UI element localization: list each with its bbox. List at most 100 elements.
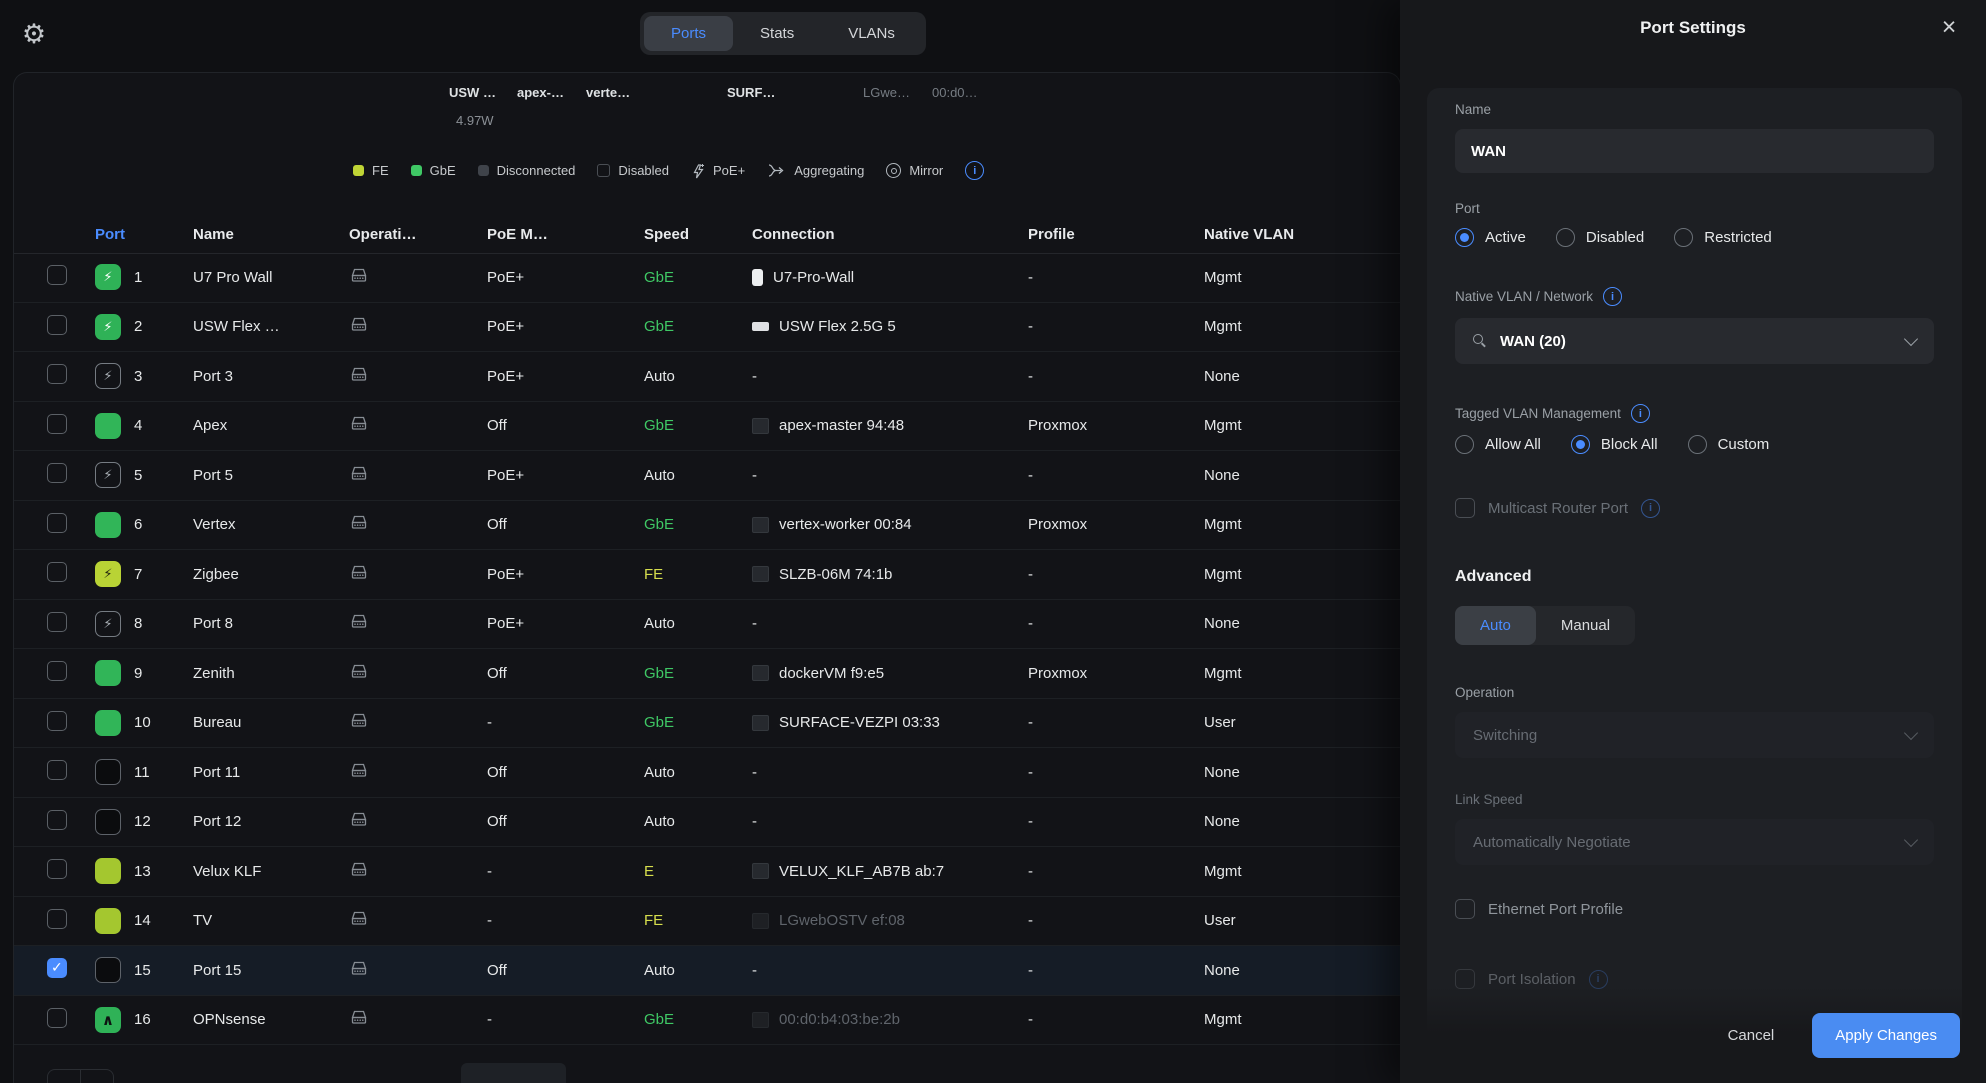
device-strip-label: SURF… [727,85,775,100]
name-field-label: Name [1455,102,1934,117]
tagged-vlan-label: Tagged VLAN Management i [1455,404,1934,423]
mode-segment[interactable]: Manual [1536,606,1635,645]
mirror-icon [886,163,901,178]
fe-swatch-icon [353,165,364,176]
row-checkbox[interactable] [47,414,67,434]
connection-name: - [752,368,757,385]
table-row[interactable]: 2 USW Flex … PoE+ GbE [14,303,1400,353]
port-isolation-info-icon[interactable]: i [1589,970,1608,989]
legend-mirror: Mirror [886,163,943,178]
row-checkbox[interactable] [47,265,67,285]
column-header[interactable]: Name [193,226,349,243]
ethernet-profile-checkbox[interactable] [1455,899,1475,919]
close-icon[interactable]: × [1932,10,1966,44]
tagged-vlan-info-icon[interactable]: i [1631,404,1650,423]
poe-mode: - [487,714,644,731]
link-speed-select[interactable]: Automatically Negotiate [1455,819,1934,865]
tagged-vlan-radio[interactable]: Custom [1688,435,1770,454]
native-vlan: Mgmt [1204,516,1400,533]
poe-mode: Off [487,516,644,533]
port-state-radio[interactable]: Active [1455,228,1526,247]
table-row[interactable]: 14 TV - FE LGwe [14,897,1400,947]
port-state-radio[interactable]: Restricted [1674,228,1772,247]
table-body: 1 U7 Pro Wall PoE+ GbE [14,253,1400,1045]
row-checkbox[interactable] [47,661,67,681]
table-row[interactable]: 5 Port 5 PoE+ Auto [14,451,1400,501]
legend-info-icon[interactable]: i [965,161,984,180]
port-cell: 1 [95,264,193,290]
table-row[interactable]: 12 Port 12 Off Auto [14,798,1400,848]
connection-name: USW Flex 2.5G 5 [779,318,896,335]
row-checkbox[interactable] [47,562,67,582]
cancel-button[interactable]: Cancel [1728,1027,1775,1044]
tab-ports[interactable]: Ports [644,16,733,51]
port-status-icon [95,1007,121,1033]
table-row[interactable]: 1 U7 Pro Wall PoE+ GbE [14,253,1400,303]
mode-segment[interactable]: Auto [1455,606,1536,645]
table-footer-pager[interactable] [47,1069,114,1083]
tagged-vlan-radio[interactable]: Block All [1571,435,1658,454]
switching-icon [349,910,369,927]
profile: Proxmox [1028,665,1204,682]
native-vlan: User [1204,714,1400,731]
row-checkbox[interactable] [47,1008,67,1028]
table-row[interactable]: 15 Port 15 Off Auto [14,946,1400,996]
native-vlan-info-icon[interactable]: i [1603,287,1622,306]
row-checkbox[interactable] [47,711,67,731]
column-header[interactable]: Profile [1028,226,1204,243]
row-checkbox[interactable] [47,364,67,384]
operation-select[interactable]: Switching [1455,712,1934,758]
multicast-checkbox[interactable] [1455,498,1475,518]
table-row[interactable]: 4 Apex Off GbE [14,402,1400,452]
row-checkbox[interactable] [47,958,67,978]
radio-label: Disabled [1586,229,1644,246]
row-checkbox[interactable] [47,760,67,780]
column-header[interactable]: Speed [644,226,752,243]
radio-label: Restricted [1704,229,1772,246]
poe-mode: Off [487,764,644,781]
port-isolation-checkbox[interactable] [1455,969,1475,989]
table-row[interactable]: 16 OPNsense - GbE [14,996,1400,1046]
multicast-info-icon[interactable]: i [1641,499,1660,518]
column-header[interactable]: Port [95,226,193,243]
port-name-input[interactable] [1455,129,1934,173]
native-vlan: None [1204,962,1400,979]
row-checkbox[interactable] [47,513,67,533]
legend-mirror-label: Mirror [909,163,943,178]
table-row[interactable]: 6 Vertex Off GbE [14,501,1400,551]
settings-gear-icon[interactable]: ⚙ [16,16,52,52]
column-header[interactable]: PoE M… [487,226,644,243]
tagged-vlan-radio[interactable]: Allow All [1455,435,1541,454]
tab-vlans[interactable]: VLANs [821,16,922,51]
tab-stats[interactable]: Stats [733,16,821,51]
column-header[interactable]: Connection [752,226,1028,243]
row-checkbox[interactable] [47,810,67,830]
table-row[interactable]: 8 Port 8 PoE+ Auto [14,600,1400,650]
speed: E [644,863,752,880]
table-footer-button[interactable] [461,1063,566,1083]
table-row[interactable]: 9 Zenith Off GbE [14,649,1400,699]
row-checkbox[interactable] [47,859,67,879]
row-checkbox[interactable] [47,315,67,335]
table-row[interactable]: 3 Port 3 PoE+ Auto [14,352,1400,402]
table-row[interactable]: 13 Velux KLF - E [14,847,1400,897]
profile: - [1028,467,1204,484]
connection-name: - [752,615,757,632]
port-state-radio[interactable]: Disabled [1556,228,1644,247]
operation-cell [349,613,487,634]
table-row[interactable]: 10 Bureau - GbE [14,699,1400,749]
connection-cell: - [752,368,1028,385]
row-checkbox[interactable] [47,909,67,929]
native-vlan-select[interactable]: WAN (20) [1455,318,1934,364]
row-checkbox[interactable] [47,463,67,483]
column-header[interactable]: Operati… [349,226,487,243]
table-row[interactable]: 7 Zigbee PoE+ FE [14,550,1400,600]
connection-cell: LGwebOSTV ef:08 [752,912,1028,929]
table-row[interactable]: 11 Port 11 Off Auto [14,748,1400,798]
column-header[interactable]: Native VLAN [1204,226,1400,243]
row-checkbox[interactable] [47,612,67,632]
apply-changes-button[interactable]: Apply Changes [1812,1013,1960,1058]
disconnected-swatch-icon [478,165,489,176]
legend-aggregating: Aggregating [767,163,864,178]
device-strip-label: apex-… [517,85,564,100]
